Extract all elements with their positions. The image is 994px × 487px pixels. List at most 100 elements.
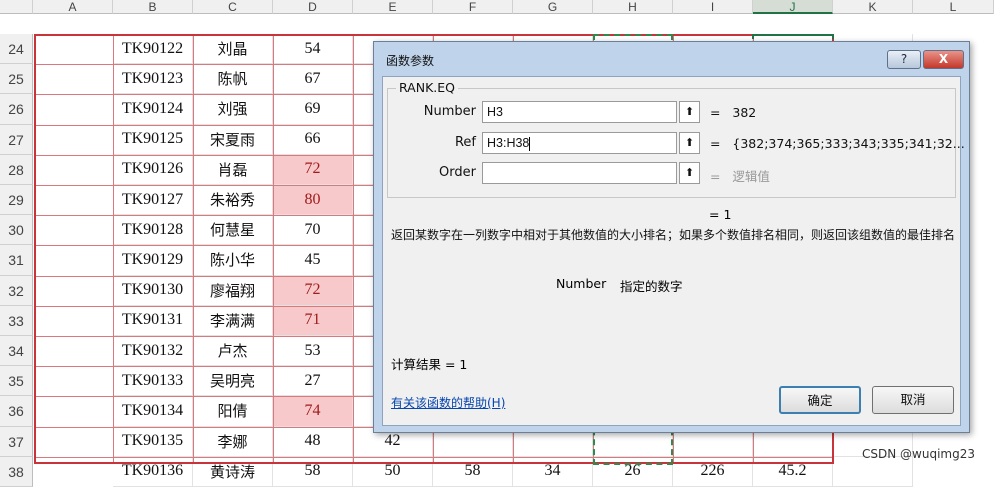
ref-input[interactable]: H3:H38: [482, 132, 677, 154]
help-button[interactable]: ?: [887, 50, 921, 69]
column-header-g[interactable]: G: [513, 0, 593, 14]
row-header[interactable]: 25: [0, 64, 33, 95]
cell-b31[interactable]: 陈小华: [193, 245, 273, 276]
cell-b27[interactable]: 宋夏雨: [193, 124, 273, 155]
row-header[interactable]: 28: [0, 154, 33, 185]
dialog-titlebar[interactable]: 函数参数 ? X: [374, 42, 969, 76]
number-label: Number: [423, 104, 476, 119]
table-gridline: [113, 34, 114, 464]
cell-c34[interactable]: 53: [273, 336, 353, 367]
cell-c32[interactable]: 72: [273, 275, 353, 306]
cell-a25[interactable]: TK90123: [113, 64, 193, 95]
collapse-icon[interactable]: ⬆: [679, 162, 700, 184]
cell-b37[interactable]: 李娜: [193, 426, 273, 457]
cell-c29[interactable]: 80: [273, 185, 353, 216]
function-description: 返回某数字在一列数字中相对于其他数值的大小排名；如果多个数值排名相同，则返回该组…: [391, 228, 956, 242]
row-header[interactable]: 24: [0, 34, 33, 65]
table-gridline: [34, 456, 834, 458]
column-header-e[interactable]: E: [353, 0, 433, 14]
row-header[interactable]: 29: [0, 185, 33, 216]
cell-b28[interactable]: 肖磊: [193, 154, 273, 185]
order-label: Order: [439, 165, 476, 180]
cell-a26[interactable]: TK90124: [113, 94, 193, 125]
cell-a34[interactable]: TK90132: [113, 336, 193, 367]
cell-b26[interactable]: 刘强: [193, 94, 273, 125]
cell-c37[interactable]: 48: [273, 426, 353, 457]
cell-c35[interactable]: 27: [273, 366, 353, 397]
formula-result: = 1: [709, 207, 732, 222]
cancel-button[interactable]: 取消: [872, 386, 954, 414]
cell-a24[interactable]: TK90122: [113, 34, 193, 65]
column-header-c[interactable]: C: [193, 0, 273, 14]
function-help-link[interactable]: 有关该函数的帮助(H): [391, 394, 505, 411]
cell-b25[interactable]: 陈帆: [193, 64, 273, 95]
arg-help-text: 指定的数字: [620, 279, 683, 294]
number-input[interactable]: H3: [482, 101, 677, 123]
column-header-b[interactable]: B: [113, 0, 193, 14]
cell-c26[interactable]: 69: [273, 94, 353, 125]
cell-a30[interactable]: TK90128: [113, 215, 193, 246]
cell-c30[interactable]: 70: [273, 215, 353, 246]
table-gridline: [353, 34, 354, 464]
column-header-a[interactable]: A: [33, 0, 113, 14]
cell-c24[interactable]: 54: [273, 34, 353, 65]
cell-b24[interactable]: 刘晶: [193, 34, 273, 65]
cell-b33[interactable]: 李满满: [193, 305, 273, 336]
cell-b35[interactable]: 吴明亮: [193, 366, 273, 397]
row-header[interactable]: 32: [0, 275, 33, 306]
cell-b29[interactable]: 朱裕秀: [193, 185, 273, 216]
column-header-k[interactable]: K: [833, 0, 913, 14]
cell-a29[interactable]: TK90127: [113, 185, 193, 216]
row-header[interactable]: 31: [0, 245, 33, 276]
dialog-body: RANK.EQ Number H3 ⬆ = 382 Ref H3:H38 ⬆ =…: [382, 76, 965, 426]
row-header[interactable]: 26: [0, 94, 33, 125]
column-header-h[interactable]: H: [593, 0, 673, 14]
collapse-icon[interactable]: ⬆: [679, 101, 700, 123]
order-input[interactable]: [482, 162, 677, 184]
row-header[interactable]: 33: [0, 305, 33, 336]
order-result: = 逻辑值: [710, 169, 770, 184]
cell-b32[interactable]: 廖福翔: [193, 275, 273, 306]
row-header[interactable]: 35: [0, 366, 33, 397]
cell-a28[interactable]: TK90126: [113, 154, 193, 185]
select-all-corner[interactable]: [0, 0, 33, 14]
cell-b36[interactable]: 阳倩: [193, 396, 273, 427]
cell-a32[interactable]: TK90130: [113, 275, 193, 306]
cell-b34[interactable]: 卢杰: [193, 336, 273, 367]
table-gridline: [193, 34, 194, 464]
close-button[interactable]: X: [923, 50, 964, 69]
active-cell-indicator: [752, 34, 834, 39]
row-header[interactable]: 27: [0, 124, 33, 155]
row-header[interactable]: 36: [0, 396, 33, 427]
cell-c36[interactable]: 74: [273, 396, 353, 427]
row-header[interactable]: 37: [0, 426, 33, 457]
column-header-i[interactable]: I: [673, 0, 753, 14]
cell-c28[interactable]: 72: [273, 154, 353, 185]
column-header-l[interactable]: L: [913, 0, 994, 14]
column-header-f[interactable]: F: [433, 0, 513, 14]
row-header[interactable]: 34: [0, 336, 33, 367]
cell-a27[interactable]: TK90125: [113, 124, 193, 155]
cell-a33[interactable]: TK90131: [113, 305, 193, 336]
collapse-icon[interactable]: ⬆: [679, 132, 700, 154]
number-result: = 382: [710, 105, 757, 120]
cell-c33[interactable]: 71: [273, 305, 353, 336]
cell-b30[interactable]: 何慧星: [193, 215, 273, 246]
ref-result: = {382;374;365;333;343;335;341;32...: [710, 136, 965, 151]
calculation-result: 计算结果 = 1: [391, 357, 468, 372]
column-header-j[interactable]: J: [753, 0, 833, 14]
row-header[interactable]: 30: [0, 215, 33, 246]
column-header-d[interactable]: D: [273, 0, 353, 14]
cell-a31[interactable]: TK90129: [113, 245, 193, 276]
cell-c27[interactable]: 66: [273, 124, 353, 155]
cell-a36[interactable]: TK90134: [113, 396, 193, 427]
dialog-title: 函数参数: [386, 54, 435, 68]
arguments-group: RANK.EQ Number H3 ⬆ = 382 Ref H3:H38 ⬆ =…: [387, 80, 965, 198]
watermark: CSDN @wuqimg23: [862, 447, 975, 461]
ok-button[interactable]: 确定: [779, 386, 861, 414]
cell-c31[interactable]: 45: [273, 245, 353, 276]
cell-a37[interactable]: TK90135: [113, 426, 193, 457]
cell-a35[interactable]: TK90133: [113, 366, 193, 397]
cell-c25[interactable]: 67: [273, 64, 353, 95]
function-arguments-dialog: 函数参数 ? X RANK.EQ Number H3 ⬆ = 382 Ref H…: [373, 41, 970, 433]
